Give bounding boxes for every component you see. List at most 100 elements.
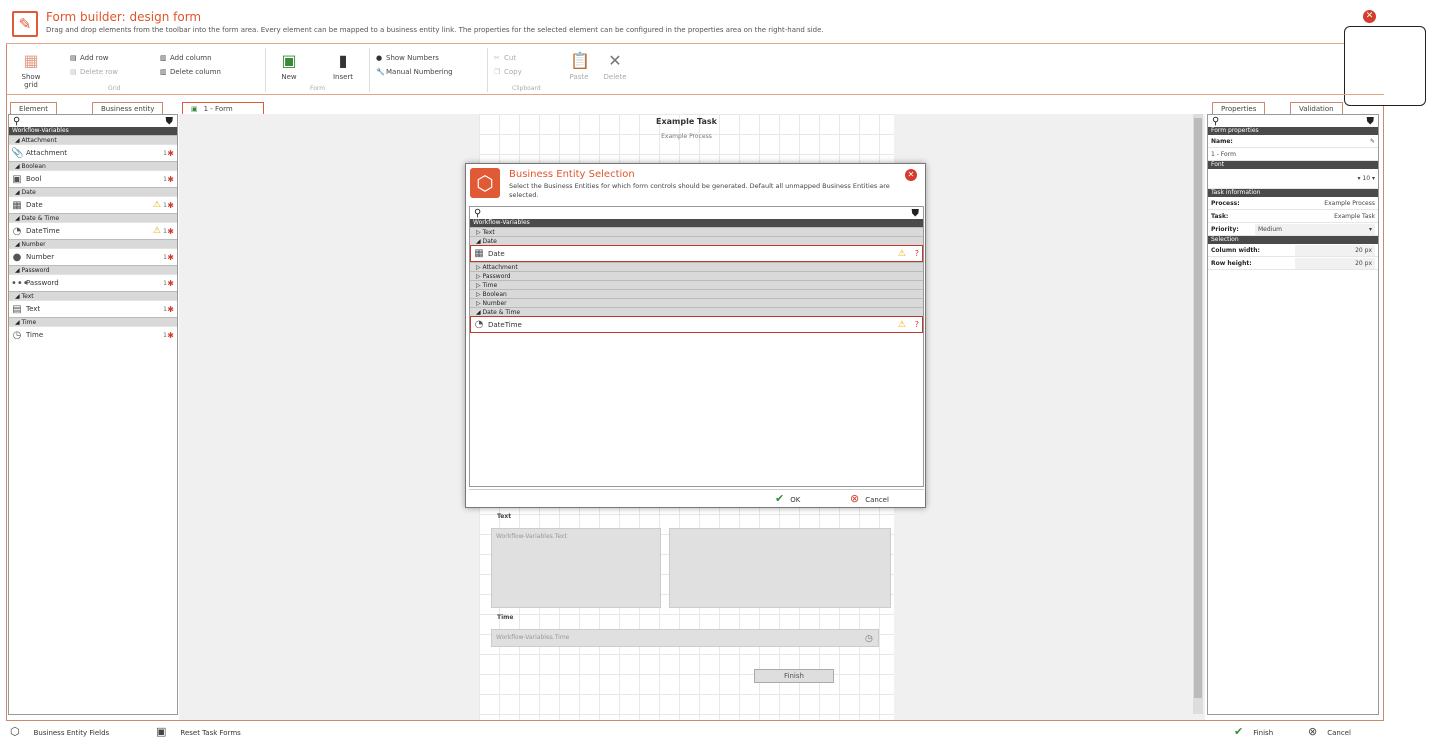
list-item[interactable]: ▤ Text 1 ✱ bbox=[9, 300, 177, 317]
task-info-header[interactable]: Task information bbox=[1208, 189, 1378, 197]
title-bar: ✎ Form builder: design form Drag and dro… bbox=[6, 6, 1384, 44]
required-icon: ✱ bbox=[167, 174, 174, 184]
variable-type-icon: ••• bbox=[11, 277, 29, 289]
clipboard-group-label: Clipboard bbox=[512, 85, 541, 92]
group-header[interactable]: ◢ Date bbox=[9, 187, 177, 196]
group-header[interactable]: ◢ Text bbox=[9, 291, 177, 300]
cube-icon: ⬡ bbox=[10, 725, 20, 738]
dialog-group-date[interactable]: ◢ Date bbox=[470, 236, 923, 245]
search-icon[interactable]: ⚲ bbox=[1212, 116, 1219, 127]
list-item[interactable]: ▣ Bool 1 ✱ bbox=[9, 170, 177, 187]
dialog-group-datetime[interactable]: ◢ Date & Time bbox=[470, 307, 923, 316]
group-header[interactable]: ◢ Password bbox=[9, 265, 177, 274]
dialog-group-time[interactable]: ▷ Time bbox=[470, 280, 923, 289]
dialog-group-password[interactable]: ▷ Password bbox=[470, 271, 923, 280]
filter-icon[interactable]: ⛊ bbox=[1367, 116, 1375, 127]
dialog-group-boolean[interactable]: ▷ Boolean bbox=[470, 289, 923, 298]
finish-button[interactable]: ✔ Finish bbox=[1234, 725, 1273, 738]
entity-list: ⚲ ⛊ Workflow-Variables ▷ Text ◢ Date ▦ Da… bbox=[469, 206, 924, 487]
search-icon[interactable]: ⚲ bbox=[13, 116, 20, 127]
properties-panel: ⚲ ⛊ Form properties Name: ✎ 1 - Form Font… bbox=[1207, 114, 1379, 715]
required-icon: ✱ bbox=[167, 148, 174, 158]
required-icon: ? bbox=[914, 249, 919, 258]
priority-select[interactable]: Medium ▾ bbox=[1255, 223, 1375, 235]
tab-element[interactable]: Element bbox=[10, 102, 57, 114]
form-group-label: Form bbox=[310, 85, 326, 92]
reset-task-forms-button[interactable]: ▣ Reset Task Forms bbox=[156, 725, 241, 738]
paste-button[interactable]: 📋 Paste bbox=[562, 52, 596, 82]
add-column-button[interactable]: ▥ Add column bbox=[160, 54, 212, 62]
list-item[interactable]: ••• Password 1 ✱ bbox=[9, 274, 177, 291]
font-size-select[interactable]: ▾ 10 ▾ bbox=[1358, 175, 1375, 182]
tab-validation[interactable]: Validation bbox=[1290, 102, 1343, 114]
tab-business-entity[interactable]: Business entity bbox=[92, 102, 164, 114]
group-header[interactable]: ◢ Date & Time bbox=[9, 213, 177, 222]
business-entity-panel: ⚲ ⛊ Workflow-Variables ◢ Attachment 📎 Atta… bbox=[8, 114, 178, 715]
copy-button[interactable]: ❐ Copy bbox=[494, 68, 522, 76]
add-row-button[interactable]: ▤ Add row bbox=[70, 54, 109, 62]
manual-numbering-button[interactable]: 🔧Manual Numbering bbox=[376, 68, 453, 76]
search-icon[interactable]: ⚲ bbox=[474, 208, 481, 219]
insert-button[interactable]: ▮ Insert bbox=[326, 52, 360, 82]
dialog-title: Business Entity Selection bbox=[509, 169, 635, 180]
list-item-label: Attachment bbox=[26, 149, 68, 157]
ok-button[interactable]: ✔ OK bbox=[775, 492, 800, 505]
delete-column-button[interactable]: ▥ Delete column bbox=[160, 68, 221, 76]
show-grid-button[interactable]: ▦ Show grid bbox=[14, 52, 48, 90]
tab-form[interactable]: ▣ 1 - Form bbox=[182, 102, 264, 114]
priority-row: Priority: Medium ▾ bbox=[1208, 223, 1378, 236]
list-item[interactable]: ● Number 1 ✱ bbox=[9, 248, 177, 265]
pencil-icon[interactable]: ✎ bbox=[1370, 138, 1375, 145]
tab-properties[interactable]: Properties bbox=[1212, 102, 1266, 114]
group-header[interactable]: ◢ Boolean bbox=[9, 161, 177, 170]
new-button[interactable]: ▣ New bbox=[272, 51, 306, 82]
show-numbers-button[interactable]: ● Show Numbers bbox=[376, 54, 439, 62]
cube-icon: ⬡ bbox=[470, 168, 500, 198]
dialog-root-header[interactable]: Workflow-Variables bbox=[470, 219, 923, 227]
list-item[interactable]: 📎 Attachment 1 ✱ bbox=[9, 144, 177, 161]
list-item-label: Number bbox=[26, 253, 55, 261]
status-cancel-button[interactable]: ⊗ Cancel bbox=[1308, 725, 1351, 738]
time-field[interactable]: Workflow-Variables.Time bbox=[491, 629, 879, 647]
cut-button[interactable]: ✂ Cut bbox=[494, 54, 516, 62]
list-item[interactable]: ◔ DateTime ⚠ 1 ✱ bbox=[9, 222, 177, 239]
empty-cell[interactable] bbox=[669, 528, 891, 608]
form-properties-header[interactable]: Form properties bbox=[1208, 127, 1378, 135]
canvas-scrollbar[interactable] bbox=[1193, 114, 1203, 714]
name-value[interactable]: 1 - Form bbox=[1211, 151, 1236, 158]
row-height-input[interactable]: 20 px bbox=[1295, 257, 1375, 269]
filter-icon[interactable]: ⛊ bbox=[166, 116, 174, 127]
list-item[interactable]: ▦ Date ⚠ 1 ✱ bbox=[9, 196, 177, 213]
cancel-icon: ⊗ bbox=[850, 492, 860, 505]
group-header[interactable]: ◢ Attachment bbox=[9, 135, 177, 144]
new-form-icon: ▣ bbox=[281, 51, 297, 70]
delete-row-button[interactable]: ▤ Delete row bbox=[70, 68, 118, 76]
dialog-item-datetime[interactable]: ◔ DateTime ⚠? bbox=[470, 316, 923, 333]
delete-row-icon: ▤ bbox=[70, 68, 77, 76]
required-icon: ✱ bbox=[167, 252, 174, 262]
dialog-group-number[interactable]: ▷ Number bbox=[470, 298, 923, 307]
form-edit-icon: ✎ bbox=[12, 11, 38, 37]
filter-icon[interactable]: ⛊ bbox=[912, 208, 920, 219]
selection-header[interactable]: Selection bbox=[1208, 236, 1378, 244]
clock-icon: ◷ bbox=[865, 634, 873, 644]
text-field[interactable]: Workflow-Variables.Text bbox=[491, 528, 661, 608]
variable-type-icon: ◔ bbox=[12, 225, 22, 237]
cancel-button[interactable]: ⊗ Cancel bbox=[850, 492, 889, 505]
group-header[interactable]: ◢ Time bbox=[9, 317, 177, 326]
column-width-input[interactable]: 20 px bbox=[1295, 244, 1375, 256]
dialog-group-text[interactable]: ▷ Text bbox=[470, 227, 923, 236]
dialog-close-icon[interactable]: ✕ bbox=[905, 169, 917, 181]
list-item[interactable]: ◷ Time 1 ✱ bbox=[9, 326, 177, 343]
delete-button[interactable]: ✕ Delete bbox=[598, 52, 632, 82]
required-icon: ✱ bbox=[167, 200, 174, 210]
group-header[interactable]: ◢ Number bbox=[9, 239, 177, 248]
business-entity-fields-button[interactable]: ⬡ Business Entity Fields bbox=[10, 725, 109, 738]
close-icon[interactable]: ✕ bbox=[1363, 10, 1376, 23]
dialog-item-date[interactable]: ▦ Date ⚠? bbox=[470, 245, 923, 262]
dialog-group-attachment[interactable]: ▷ Attachment bbox=[470, 262, 923, 271]
form-finish-button[interactable]: Finish bbox=[754, 669, 834, 683]
scrollbar-thumb[interactable] bbox=[1194, 118, 1202, 698]
workflow-variables-header[interactable]: Workflow-Variables bbox=[9, 127, 177, 135]
font-header[interactable]: Font bbox=[1208, 161, 1378, 169]
